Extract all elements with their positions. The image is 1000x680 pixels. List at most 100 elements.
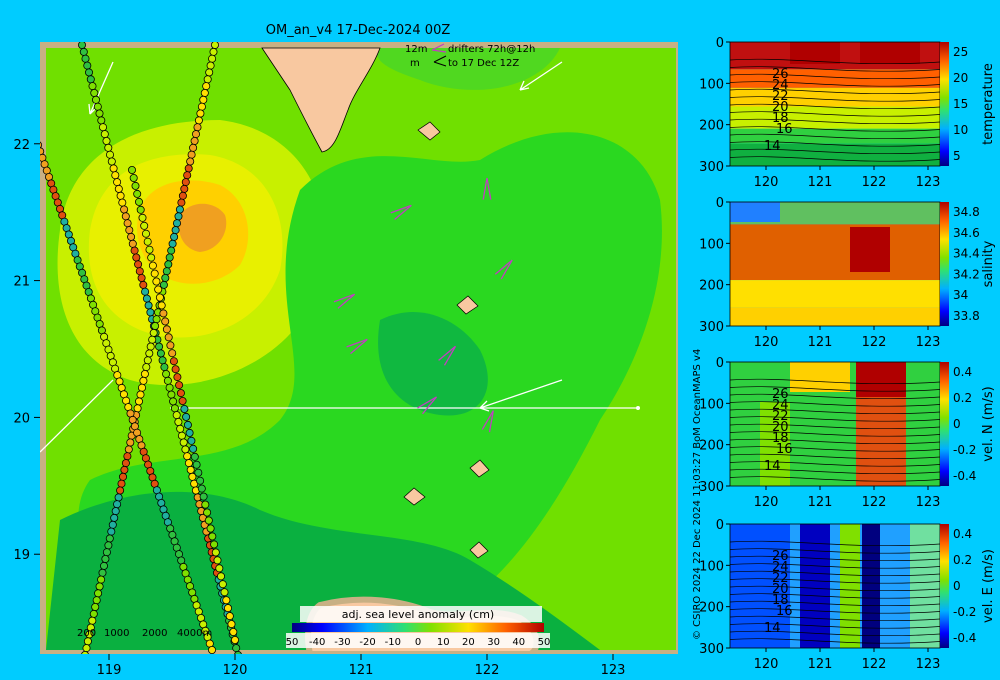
contour-label: 16 — [776, 442, 793, 457]
track-sample — [97, 575, 106, 584]
track-sample — [128, 239, 137, 248]
track-sample — [92, 95, 101, 104]
track-sample — [141, 287, 150, 296]
contour-label: 16 — [776, 122, 793, 137]
track-sample — [176, 424, 185, 433]
track-sample — [127, 232, 136, 241]
track-sample — [111, 171, 120, 180]
colorbar-tick-label: -0.4 — [953, 469, 976, 483]
track-sample — [181, 178, 190, 187]
panel-temperature: 262422201816140100200300120 121 122 1232520… — [699, 36, 996, 190]
colorbar-tick-label: 25 — [953, 45, 968, 59]
track-sample — [162, 267, 171, 276]
colorbar-bar — [292, 623, 544, 632]
track-sample — [114, 493, 123, 502]
track-sample — [100, 130, 109, 139]
section-panels: 262422201816140100200300120 121 122 1232520… — [699, 36, 996, 672]
legend-to: to 17 Dec 12Z — [448, 58, 519, 69]
track-sample — [179, 438, 188, 447]
colorbar-tick-label: -10 — [385, 637, 401, 648]
track-sample — [136, 390, 145, 399]
track-sample — [211, 548, 220, 557]
track-sample — [170, 404, 179, 413]
track-sample — [165, 253, 174, 262]
x-tick-label: 123 — [916, 335, 941, 350]
track-sample — [174, 417, 183, 426]
panel-feature — [910, 524, 940, 648]
track-sample — [110, 513, 119, 522]
legend-drifters: drifters 72h@12h — [448, 44, 535, 55]
x-tick-label: 122 — [862, 495, 887, 510]
track-sample — [143, 356, 152, 365]
track-sample — [138, 213, 147, 222]
track-sample — [218, 580, 227, 589]
x-tick-label: 123 — [601, 663, 626, 678]
track-sample — [119, 472, 128, 481]
y-tick-label: 21 — [13, 275, 30, 290]
panel-feature — [840, 524, 860, 648]
track-sample — [145, 349, 154, 358]
track-sample — [137, 383, 146, 392]
track-sample — [140, 221, 149, 230]
panel-feature — [860, 42, 920, 64]
track-sample — [117, 479, 126, 488]
y-tick-label: 200 — [699, 119, 724, 134]
track-sample — [109, 164, 118, 173]
x-tick-label: 122 — [862, 657, 887, 672]
colorbar-tick-label: 10 — [437, 637, 450, 648]
x-tick-label: 121 — [808, 175, 833, 190]
track-sample — [189, 444, 198, 453]
y-tick-label: 300 — [699, 320, 724, 335]
track-sample — [89, 609, 98, 618]
x-tick-label: 123 — [916, 657, 941, 672]
depth-200: 200 — [77, 628, 96, 639]
colorbar-tick-label: 0.2 — [953, 391, 972, 405]
track-sample — [194, 116, 203, 125]
panel-band — [730, 106, 940, 129]
track-sample — [180, 404, 189, 413]
track-sample — [171, 365, 180, 374]
x-tick-label: 120 — [754, 175, 779, 190]
track-sample — [126, 438, 135, 447]
track-sample — [177, 431, 186, 440]
track-sample — [113, 178, 122, 187]
track-sample — [204, 516, 213, 525]
track-sample — [176, 389, 185, 398]
colorbar-tick-label: 34 — [953, 288, 968, 302]
track-sample — [159, 309, 168, 318]
track-sample — [223, 604, 232, 613]
panel-colorbar — [940, 202, 949, 326]
track-sample — [178, 191, 187, 200]
panel-feature — [850, 227, 890, 272]
colorbar-tick-label: 20 — [462, 637, 475, 648]
contour-label: 14 — [764, 459, 781, 474]
track-sample — [147, 253, 156, 262]
track-sample — [186, 157, 195, 166]
track-sample — [206, 524, 215, 533]
track-sample — [160, 363, 169, 372]
panel-band — [730, 280, 940, 308]
track-sample — [208, 54, 217, 63]
track-sample — [116, 191, 125, 200]
panel-colorbar — [940, 362, 949, 486]
colorbar-tick-label: 0.4 — [953, 365, 972, 379]
legend-12m: 12m — [405, 44, 427, 55]
track-sample — [86, 75, 95, 84]
track-sample — [157, 301, 166, 310]
colorbar-tick-label: 0.2 — [953, 553, 972, 567]
y-tick-label: 300 — [699, 160, 724, 175]
track-sample — [134, 197, 143, 206]
x-tick-label: 122 — [862, 175, 887, 190]
track-sample — [152, 315, 161, 324]
track-sample — [151, 321, 160, 330]
track-sample — [124, 445, 133, 454]
ocean-analysis-figure: OM_an_v4 17-Dec-2024 00Z 119 120 121 122… — [0, 0, 1000, 680]
track-sample — [123, 452, 132, 461]
contour-label: 14 — [764, 621, 781, 636]
colorbar-tick-label: 40 — [512, 637, 525, 648]
track-sample — [199, 492, 208, 501]
track-sample — [230, 636, 239, 645]
track-sample — [171, 226, 180, 235]
colorbar-tick-label: 5 — [953, 149, 961, 163]
y-tick-label: 300 — [699, 642, 724, 657]
